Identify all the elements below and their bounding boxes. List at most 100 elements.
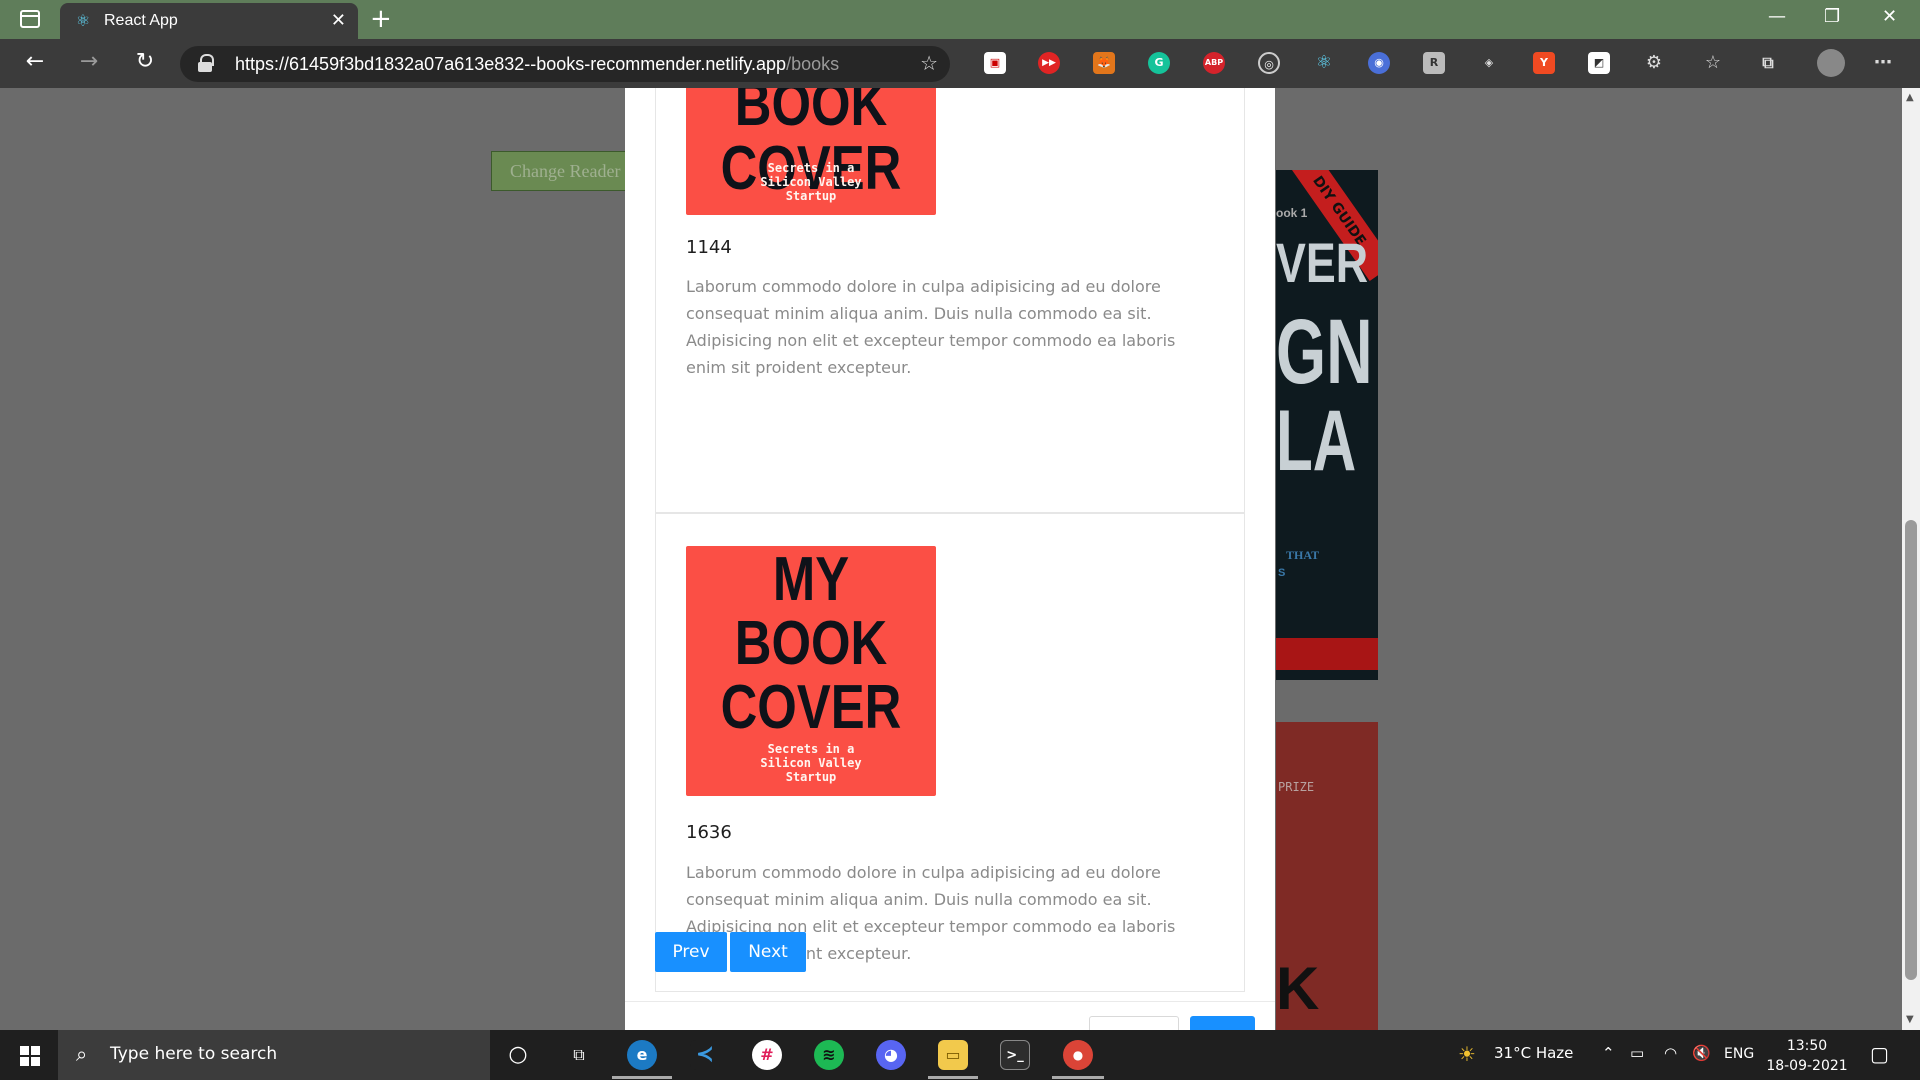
cover-tag: S (1278, 567, 1286, 579)
clock-date: 18-09-2021 (1766, 1058, 1848, 1074)
next-button[interactable]: Next (730, 932, 806, 972)
extension-bookmark-icon[interactable]: ◈ (1478, 52, 1500, 74)
cover-subtitle: Secrets in a (767, 161, 855, 175)
search-icon: ⌕ (76, 1042, 88, 1066)
more-menu-icon[interactable]: ⋯ (1872, 52, 1894, 74)
cover-line: VER (1276, 231, 1369, 294)
books-modal: MY BOOK COVER Secrets in a Silicon Valle… (625, 88, 1275, 1030)
cover-subtitle: Silicon Valley (760, 175, 862, 189)
react-favicon-icon: ⚛ (75, 11, 91, 30)
book-title: 1636 (686, 822, 732, 843)
cover-subtitle: Startup (785, 770, 837, 784)
weather-icon[interactable]: ☀ (1458, 1042, 1476, 1066)
modal-footer-divider (625, 1001, 1275, 1002)
extension-adblock-icon[interactable]: ABP (1203, 52, 1225, 74)
task-view-icon[interactable]: ⧉ (564, 1040, 594, 1070)
change-reader-button[interactable]: Change Reader (491, 151, 631, 191)
extension-record-icon[interactable]: ◎ (1258, 52, 1280, 74)
spotify-icon[interactable]: ≋ (814, 1040, 844, 1070)
refresh-icon[interactable]: ↻ (130, 49, 160, 74)
scroll-up-icon[interactable]: ▲ (1906, 92, 1914, 103)
extension-ya-icon[interactable]: Y (1533, 52, 1555, 74)
new-tab-icon[interactable]: + (370, 4, 392, 34)
extension-metamask-icon[interactable]: 🦊 (1093, 52, 1115, 74)
lock-icon[interactable] (198, 54, 214, 72)
terminal-icon[interactable]: >_ (1000, 1040, 1030, 1070)
tab-actions-icon[interactable] (20, 10, 40, 28)
cover-small-text: ook 1 (1276, 206, 1308, 220)
address-bar[interactable]: https://61459f3bd1832a07a613e832--books-… (180, 46, 950, 82)
cover-subtitle: Startup (785, 189, 837, 203)
close-window-icon[interactable]: ✕ (1882, 6, 1897, 27)
windows-taskbar: ⌕ Type here to search ○ ⧉ e ≺ # ≋ ◕ ▭ >_… (0, 1030, 1920, 1080)
cover-subtitle: Silicon Valley (760, 756, 862, 770)
cover-title-line: COVER (720, 673, 902, 742)
cover-tag: THAT (1286, 548, 1320, 562)
browser-tab[interactable]: ⚛ React App ✕ (60, 3, 358, 39)
background-book-cover: PRIZE K (1276, 722, 1378, 1030)
clock-time: 13:50 (1786, 1038, 1828, 1054)
tray-chevron-icon[interactable]: ⌃ (1602, 1044, 1615, 1062)
minimize-icon[interactable]: — (1768, 6, 1786, 27)
open-app-indicator (928, 1076, 978, 1079)
extension-grammarly-icon[interactable]: G (1148, 52, 1170, 74)
search-placeholder: Type here to search (110, 1044, 278, 1064)
browser-toolbar: ← → ↻ https://61459f3bd1832a07a613e832--… (0, 39, 1920, 88)
favorites-icon[interactable]: ☆ (1702, 52, 1724, 74)
page-scrollbar[interactable]: ▲ ▼ (1902, 88, 1920, 1030)
back-icon[interactable]: ← (20, 49, 50, 74)
ok-button[interactable] (1190, 1016, 1255, 1030)
cover-title-line: BOOK (734, 88, 888, 139)
battery-icon[interactable]: ▭ (1630, 1044, 1644, 1062)
cover-line: GN (1276, 301, 1373, 403)
chrome-icon[interactable]: ● (1063, 1040, 1093, 1070)
extension-capture-icon[interactable]: ◩ (1588, 52, 1610, 74)
language-indicator[interactable]: ENG (1724, 1046, 1754, 1062)
wifi-icon[interactable]: ◠ (1664, 1044, 1677, 1062)
book-card: MY BOOK COVER Secrets in a Silicon Valle… (655, 513, 1245, 992)
url-text[interactable]: https://61459f3bd1832a07a613e832--books-… (235, 54, 839, 75)
edge-browser-icon[interactable]: e (627, 1040, 657, 1070)
volume-muted-icon[interactable]: 🔇 (1692, 1044, 1711, 1062)
add-favorite-icon[interactable]: ☆ (920, 51, 938, 75)
extensions-puzzle-icon[interactable]: ⚙ (1643, 52, 1665, 74)
scrollbar-thumb[interactable] (1905, 520, 1917, 980)
profile-avatar[interactable] (1817, 49, 1845, 77)
file-explorer-icon[interactable]: ▭ (938, 1040, 968, 1070)
notifications-icon[interactable]: ▢ (1870, 1042, 1889, 1066)
cover-title-line: BOOK (734, 609, 888, 678)
restore-icon[interactable]: ❐ (1824, 6, 1840, 27)
extension-glasses-icon[interactable]: ◉ (1368, 52, 1390, 74)
cover-title-line: MY (772, 546, 850, 614)
cover-text: PRIZE (1278, 780, 1315, 794)
taskbar-search[interactable]: ⌕ Type here to search (58, 1030, 490, 1080)
close-tab-icon[interactable]: ✕ (331, 10, 346, 31)
cover-subtitle: Secrets in a (767, 742, 855, 756)
system-clock[interactable]: 13:50 18-09-2021 (1764, 1036, 1850, 1076)
book-title: 1144 (686, 237, 732, 258)
cover-stripe (1276, 638, 1378, 670)
book-cover-image: MY BOOK COVER Secrets in a Silicon Valle… (686, 546, 936, 796)
tab-title: React App (104, 12, 178, 29)
background-book-cover: DIY GUIDE ook 1 VER GN LA THAT S (1276, 170, 1378, 680)
windows-start-icon[interactable] (20, 1046, 40, 1066)
forward-icon[interactable]: → (74, 49, 104, 74)
extension-video-icon[interactable]: ▶▶ (1038, 52, 1060, 74)
scroll-down-icon[interactable]: ▼ (1906, 1014, 1914, 1025)
cover-letter: K (1276, 955, 1320, 1022)
cortana-icon[interactable]: ○ (503, 1040, 533, 1070)
extension-pocket-icon[interactable]: ▣ (984, 52, 1006, 74)
collections-icon[interactable]: ⧉ (1757, 52, 1779, 74)
browser-tab-strip: ⚛ React App ✕ + — ❐ ✕ (0, 0, 1920, 39)
weather-text[interactable]: 31°C Haze (1494, 1044, 1573, 1062)
active-app-indicator (612, 1076, 672, 1079)
book-card: MY BOOK COVER Secrets in a Silicon Valle… (655, 88, 1245, 513)
open-app-indicator (1052, 1076, 1104, 1079)
vscode-icon[interactable]: ≺ (690, 1040, 720, 1070)
discord-icon[interactable]: ◕ (876, 1040, 906, 1070)
slack-icon[interactable]: # (752, 1040, 782, 1070)
extension-r-icon[interactable]: R (1423, 52, 1445, 74)
extension-react-devtools-icon[interactable]: ⚛ (1313, 52, 1335, 74)
cancel-button[interactable] (1089, 1016, 1179, 1030)
prev-button[interactable]: Prev (655, 932, 727, 972)
